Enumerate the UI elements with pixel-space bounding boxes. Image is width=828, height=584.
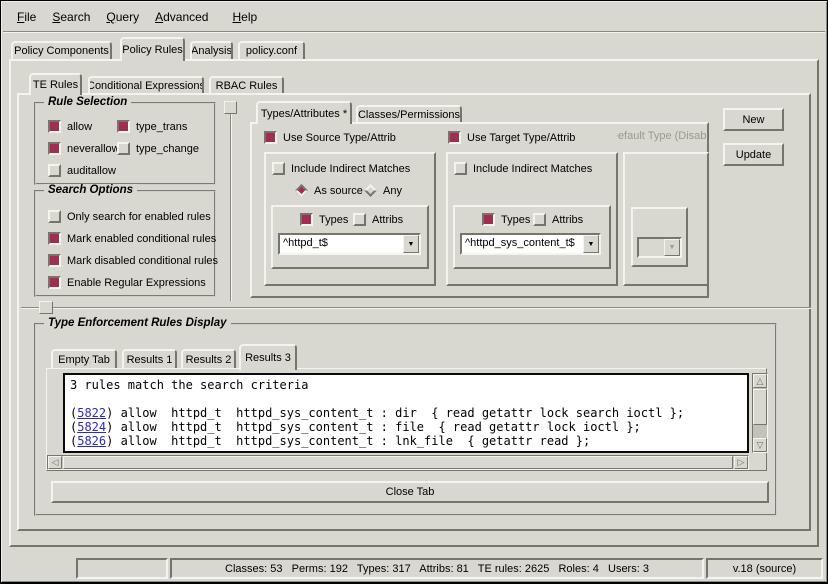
checkbox-indicator <box>48 276 61 289</box>
source-type-value[interactable]: ^httpd_t$ <box>280 235 403 253</box>
checkbox-target-types[interactable]: Types <box>482 212 530 227</box>
tab-classes-permissions[interactable]: Classes/Permissions <box>356 105 462 122</box>
tab-policy-rules[interactable]: Policy Rules <box>120 37 185 61</box>
policy-stats: Classes: 53 Perms: 192 Types: 317 Attrib… <box>225 563 649 575</box>
default-type-combobox: ▼ <box>637 237 682 258</box>
rule-id-link[interactable]: 5822 <box>77 406 106 420</box>
radio-as-source[interactable]: As source <box>295 183 363 198</box>
dropdown-arrow-icon[interactable]: ▼ <box>403 235 419 253</box>
checkbox-neverallow[interactable]: neverallow <box>48 141 120 156</box>
rules-display-title: Type Enforcement Rules Display <box>44 317 231 329</box>
tab-policy-conf[interactable]: policy.conf <box>238 41 305 59</box>
tab-results-2[interactable]: Results 2 <box>181 349 236 368</box>
policy-version: v.18 (source) <box>733 563 796 575</box>
checkbox-indicator <box>454 162 467 175</box>
radio-any[interactable]: Any <box>364 183 402 198</box>
scroll-up-icon[interactable]: △ <box>753 374 767 388</box>
checkbox-indicator <box>117 142 130 155</box>
target-type-combobox[interactable]: ^httpd_sys_content_t$ ▼ <box>460 233 601 255</box>
checkbox-indicator <box>48 232 61 245</box>
scroll-down-icon[interactable]: ▽ <box>753 438 767 452</box>
source-type-combobox[interactable]: ^httpd_t$ ▼ <box>278 233 421 255</box>
scroll-left-icon[interactable]: ◁ <box>48 456 62 469</box>
checkbox-indicator <box>48 120 61 133</box>
results-vscrollbar[interactable]: △ ▽ <box>752 373 768 453</box>
status-box-empty <box>76 558 168 579</box>
vertical-sash-handle[interactable] <box>224 101 237 114</box>
checkbox-indicator <box>48 254 61 267</box>
menu-bar: File Search Query Advanced Help <box>3 3 825 31</box>
checkbox-target-indirect[interactable]: Include Indirect Matches <box>454 161 592 176</box>
tab-policy-components[interactable]: Policy Components <box>11 41 112 59</box>
checkbox-indicator <box>448 131 461 144</box>
radio-indicator <box>364 184 377 197</box>
checkbox-indicator <box>353 213 366 226</box>
tab-rbac-rules[interactable]: RBAC Rules <box>209 76 284 93</box>
tab-types-attributes[interactable]: Types/Attributes * <box>256 101 352 124</box>
tab-conditional-expressions[interactable]: Conditional Expressions <box>88 76 204 93</box>
checkbox-auditallow[interactable]: auditallow <box>48 163 116 178</box>
results-hscrollbar[interactable]: ◁ ▷ <box>47 455 749 470</box>
checkbox-indicator <box>117 120 130 133</box>
update-button[interactable]: Update <box>723 143 784 166</box>
checkbox-target-attribs[interactable]: Attribs <box>533 212 583 227</box>
radio-indicator <box>295 184 308 197</box>
checkbox-mark-disabled[interactable]: Mark disabled conditional rules <box>48 253 218 268</box>
status-box-stats: Classes: 53 Perms: 192 Types: 317 Attrib… <box>170 558 704 579</box>
tab-analysis[interactable]: Analysis <box>190 41 233 59</box>
checkbox-source-attribs[interactable]: Attribs <box>353 212 403 227</box>
search-options-title: Search Options <box>44 184 137 196</box>
checkbox-indicator <box>300 213 313 226</box>
apol-window: File Search Query Advanced Help Policy C… <box>0 0 828 584</box>
checkbox-type-trans[interactable]: type_trans <box>117 119 187 134</box>
status-box-version: v.18 (source) <box>706 558 823 579</box>
checkbox-indicator <box>48 142 61 155</box>
close-tab-button[interactable]: Close Tab <box>51 481 769 503</box>
checkbox-indicator <box>48 210 61 223</box>
rule-selection-title: Rule Selection <box>44 96 131 108</box>
checkbox-indicator <box>48 164 61 177</box>
checkbox-use-source[interactable]: Use Source Type/Attrib <box>264 130 396 145</box>
tab-te-rules[interactable]: TE Rules <box>29 73 82 95</box>
hscroll-thumb[interactable] <box>63 456 733 469</box>
scroll-right-icon[interactable]: ▷ <box>734 456 748 469</box>
results-textarea[interactable]: 3 rules match the search criteria (5822)… <box>63 373 749 453</box>
checkbox-indicator <box>272 162 285 175</box>
tab-results-3[interactable]: Results 3 <box>239 344 297 370</box>
checkbox-allow[interactable]: allow <box>48 119 92 134</box>
horizontal-sash-handle[interactable] <box>39 301 53 314</box>
tab-empty[interactable]: Empty Tab <box>51 349 117 368</box>
dropdown-arrow-icon: ▼ <box>664 239 680 256</box>
default-type-label: Default Type (Disabled <box>617 130 707 144</box>
new-button[interactable]: New <box>723 108 784 131</box>
default-type-value <box>639 239 664 256</box>
vertical-sash <box>230 101 232 301</box>
rule-id-link[interactable]: 5826 <box>77 434 106 448</box>
checkbox-source-types[interactable]: Types <box>300 212 348 227</box>
rule-id-link[interactable]: 5824 <box>77 420 106 434</box>
menu-advanced[interactable]: Advanced <box>150 7 213 27</box>
checkbox-type-change[interactable]: type_change <box>117 141 199 156</box>
checkbox-regex[interactable]: Enable Regular Expressions <box>48 275 206 290</box>
menu-query[interactable]: Query <box>101 7 144 27</box>
checkbox-use-target[interactable]: Use Target Type/Attrib <box>448 130 575 145</box>
horizontal-sash <box>21 307 811 309</box>
menu-separator <box>3 31 825 33</box>
checkbox-source-indirect[interactable]: Include Indirect Matches <box>272 161 410 176</box>
dropdown-arrow-icon[interactable]: ▼ <box>583 235 599 253</box>
checkbox-indicator <box>533 213 546 226</box>
checkbox-indicator <box>482 213 495 226</box>
menu-file[interactable]: File <box>12 7 41 27</box>
results-text: 3 rules match the search criteria (5822)… <box>65 375 747 451</box>
target-type-value[interactable]: ^httpd_sys_content_t$ <box>462 235 583 253</box>
checkbox-indicator <box>264 131 277 144</box>
tab-results-1[interactable]: Results 1 <box>122 349 177 368</box>
vscroll-thumb[interactable] <box>753 389 767 425</box>
checkbox-only-enabled[interactable]: Only search for enabled rules <box>48 209 211 224</box>
menu-search[interactable]: Search <box>47 7 95 27</box>
menu-help[interactable]: Help <box>227 7 262 27</box>
checkbox-mark-enabled[interactable]: Mark enabled conditional rules <box>48 231 216 246</box>
